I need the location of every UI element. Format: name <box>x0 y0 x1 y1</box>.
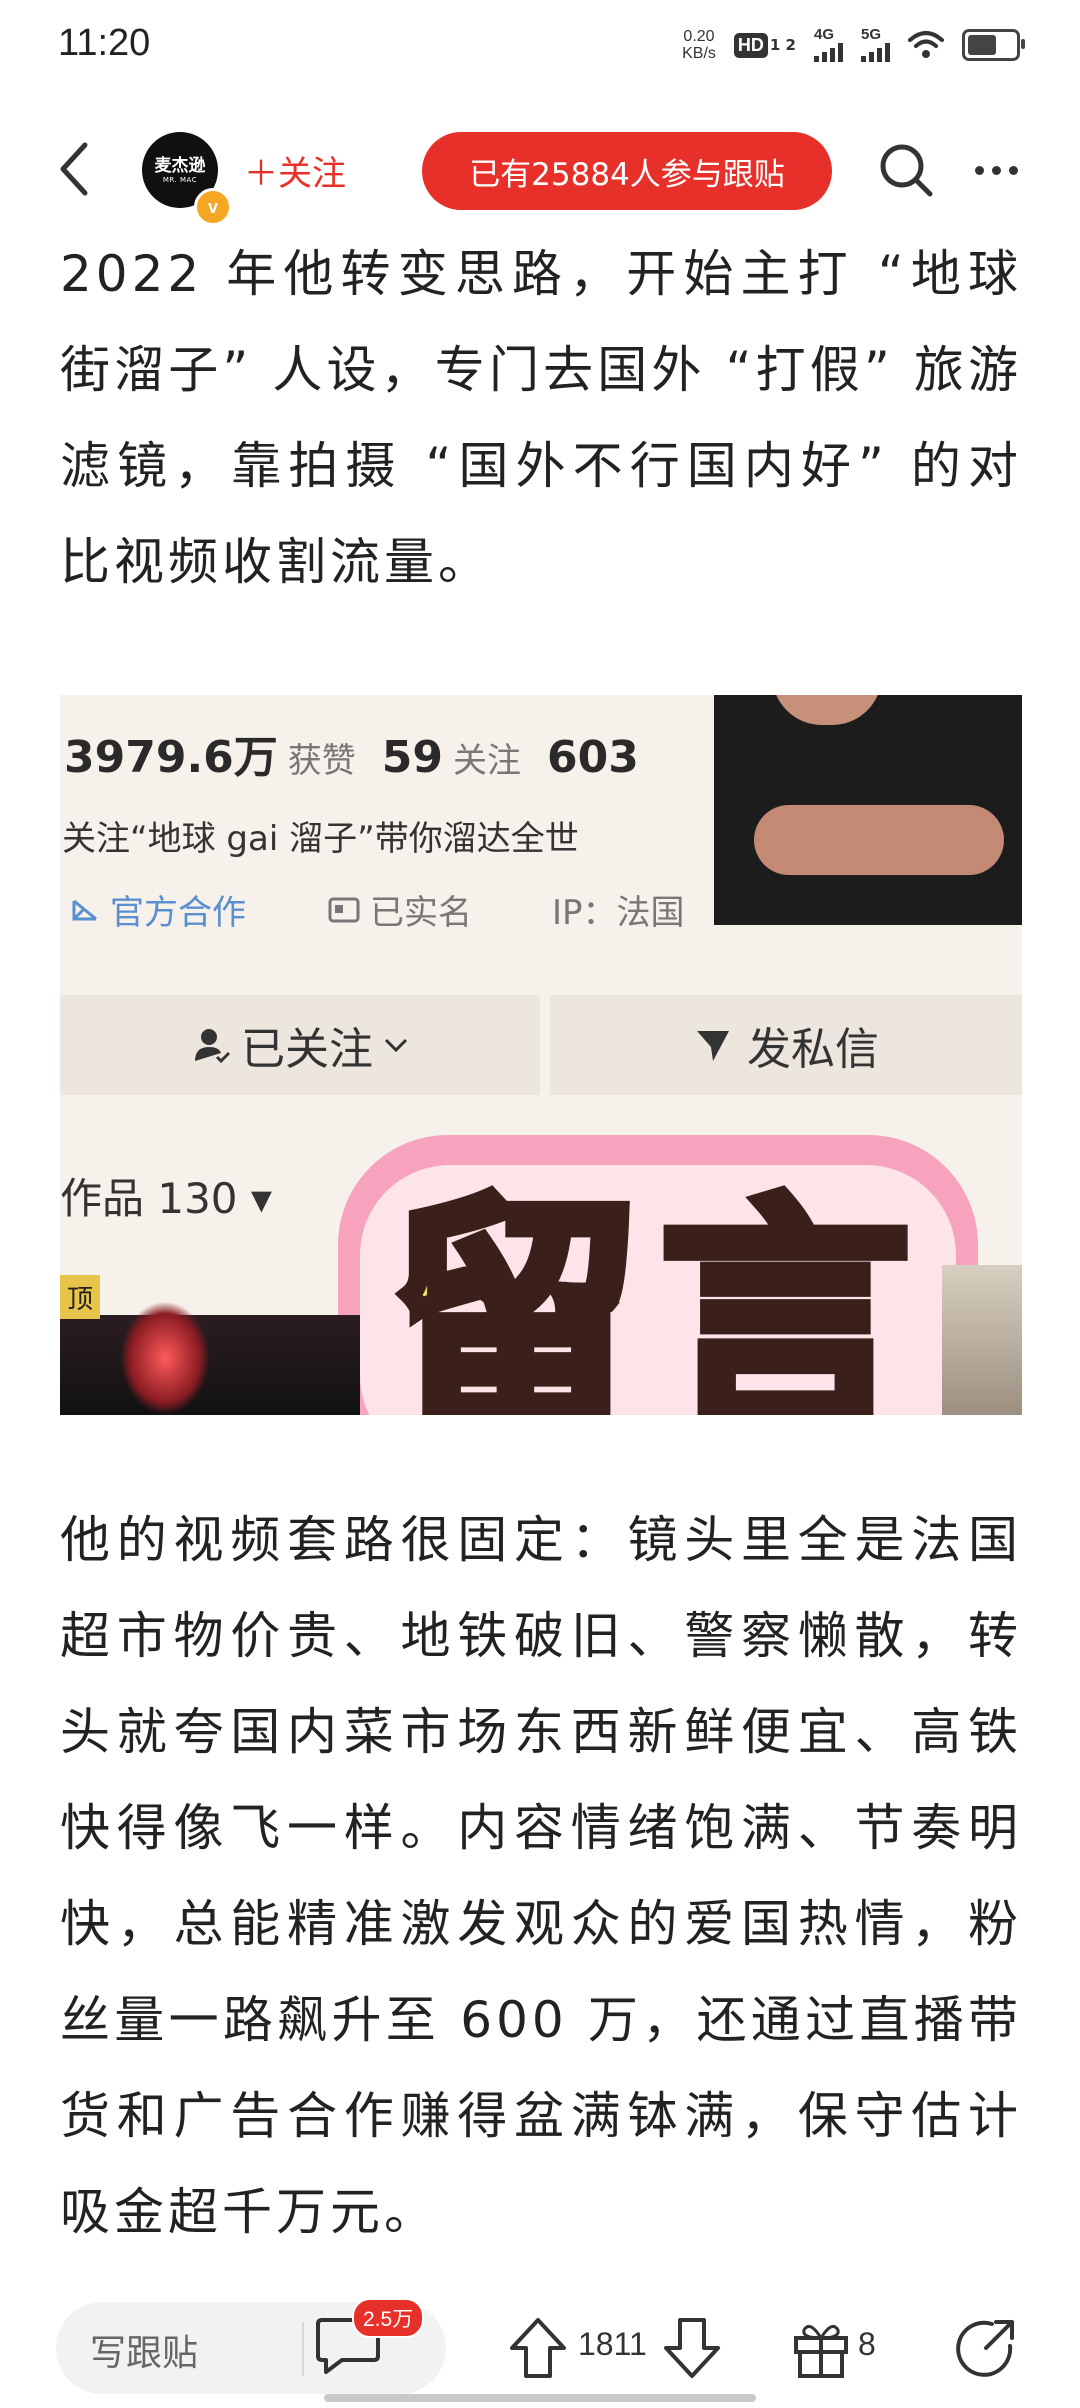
tag-official: 官方合作 <box>70 885 246 934</box>
follow-button[interactable]: ＋关注 <box>244 146 346 195</box>
street-thumbnail <box>942 1265 1022 1415</box>
verified-icon: v <box>194 188 232 226</box>
sticker-text: 留言 <box>384 1169 930 1415</box>
status-icons: 0.20 KB/s HD 1 2 4G 5G <box>682 26 1025 62</box>
person-photo <box>714 695 1022 925</box>
profile-bio: 关注“地球 gai 溜子”带你溜达全世 <box>62 819 579 859</box>
following-value: 59 <box>381 732 444 783</box>
user-check-icon <box>195 1029 231 1064</box>
tag-realname: 已实名 <box>328 885 472 934</box>
page: 11:20 0.20 KB/s HD 1 2 4G 5G 麦杰逊 MR. MAC… <box>0 0 1080 2408</box>
video-thumbnail <box>60 1315 360 1415</box>
status-time: 11:20 <box>58 22 151 64</box>
hd-label: HD <box>733 32 768 58</box>
tag-ip: IP：法国 <box>552 893 685 933</box>
share-icon[interactable] <box>956 2316 1018 2378</box>
likes-label: 获赞 <box>287 741 356 781</box>
following-label: 关注 <box>453 741 522 781</box>
works-count: 作品 130 ▾ <box>60 1174 272 1223</box>
nav-bar: 麦杰逊 MR. MAC v ＋关注 已有25884人参与跟贴 <box>0 118 1080 226</box>
article-paragraph-1: 2022 年他转变思路，开始主打 “地球街溜子” 人设，专门去国外 “打假” 旅… <box>60 245 1022 591</box>
home-indicator[interactable] <box>324 2394 756 2402</box>
vote-count: 1811 <box>578 2326 647 2362</box>
tag-realname-label: 已实名 <box>370 893 472 933</box>
upvote-icon[interactable] <box>508 2316 568 2380</box>
signal-5g-label: 5G <box>861 26 882 43</box>
bottom-toolbar: 写跟贴 2.5万 1811 8 <box>0 2290 1080 2408</box>
hd-icon: HD 1 2 <box>733 32 796 58</box>
avatar-name: 麦杰逊 <box>154 156 206 176</box>
reply-placeholder: 写跟贴 <box>90 2333 199 2374</box>
tag-official-label: 官方合作 <box>110 893 246 933</box>
message-label: 发私信 <box>747 1024 879 1075</box>
id-card-icon <box>328 897 360 922</box>
hd-sub: 1 2 <box>769 35 796 54</box>
battery-icon <box>962 29 1025 61</box>
search-icon[interactable] <box>874 138 938 202</box>
status-bar: 11:20 0.20 KB/s HD 1 2 4G 5G <box>0 0 1080 100</box>
back-arrow-icon <box>60 142 88 196</box>
net-speed-unit: KB/s <box>682 45 716 62</box>
message-button: 发私信 <box>550 995 1022 1095</box>
profile-buttons: 已关注 发私信 <box>60 995 1022 1095</box>
comment-count-badge: 2.5万 <box>352 2298 425 2338</box>
signal-4g-icon: 4G <box>814 26 843 62</box>
downvote-icon[interactable] <box>662 2316 722 2380</box>
back-button[interactable] <box>44 136 104 202</box>
more-icon[interactable] <box>966 138 1026 202</box>
avatar-sub: MR. MAC <box>162 176 198 184</box>
profile-stats: 3979.6万 获赞 59 关注 603 <box>64 721 639 785</box>
wifi-icon <box>908 31 944 58</box>
followers-value: 603 <box>547 732 639 783</box>
article-paragraph-2: 他的视频套路很固定：镜头里全是法国超市物价贵、地铁破旧、警察懒散，转头就夸国内菜… <box>60 1511 1022 2241</box>
video-thumbnail-light <box>120 1301 210 1415</box>
net-speed-value: 0.20 <box>683 28 715 45</box>
official-icon <box>72 899 97 920</box>
article-image[interactable]: 3979.6万 获赞 59 关注 603 关注“地球 gai 溜子”带你溜达全世 官方合… <box>60 695 1022 1415</box>
gift-icon[interactable] <box>790 2316 852 2380</box>
followed-label: 已关注 <box>241 1024 373 1075</box>
net-speed: 0.20 KB/s <box>682 28 716 62</box>
chevron-down-icon <box>384 1038 408 1053</box>
send-icon <box>697 1031 729 1061</box>
reply-divider <box>302 2322 304 2376</box>
signal-4g-label: 4G <box>814 26 835 43</box>
likes-value: 3979.6万 <box>64 732 278 783</box>
followed-state-button: 已关注 <box>60 995 540 1095</box>
signal-5g-icon: 5G <box>861 26 890 62</box>
pinned-badge: 顶 <box>60 1275 100 1319</box>
gift-count: 8 <box>858 2326 876 2362</box>
participants-button[interactable]: 已有25884人参与跟贴 <box>422 132 832 210</box>
